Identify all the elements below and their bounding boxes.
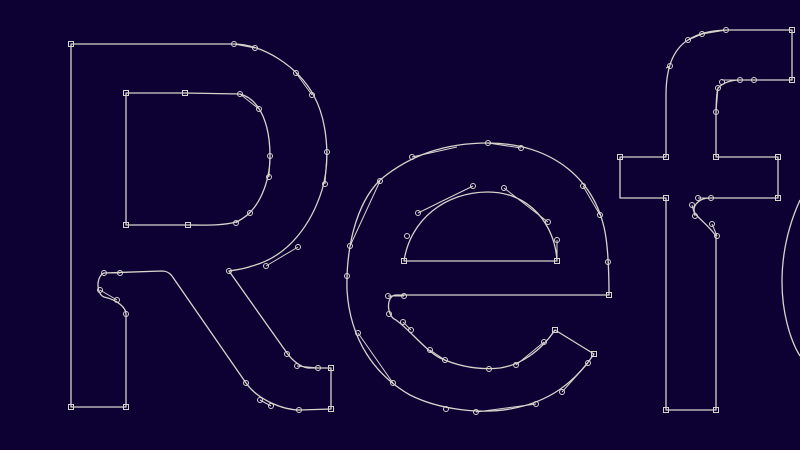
glyph-o-partial <box>781 199 800 357</box>
glyph-R-outer-contour <box>70 43 332 411</box>
glyph-f <box>617 27 795 413</box>
glyph-outline-canvas <box>0 0 800 450</box>
glyph-e-handles <box>349 142 601 413</box>
glyph-e-nodes <box>344 140 612 415</box>
glyph-R <box>68 41 334 413</box>
glyph-o-partial-contour <box>781 199 800 357</box>
glyph-R-counter <box>125 92 271 226</box>
glyph-e <box>344 140 612 415</box>
glyph-outline-svg <box>68 27 800 415</box>
glyph-f-outer-contour <box>619 29 793 411</box>
glyph-f-nodes <box>617 27 795 413</box>
glyph-e-counter <box>403 191 558 262</box>
glyph-e-outer-contour <box>346 142 610 412</box>
glyph-f-handles <box>665 29 754 237</box>
glyph-R-nodes <box>68 41 334 413</box>
